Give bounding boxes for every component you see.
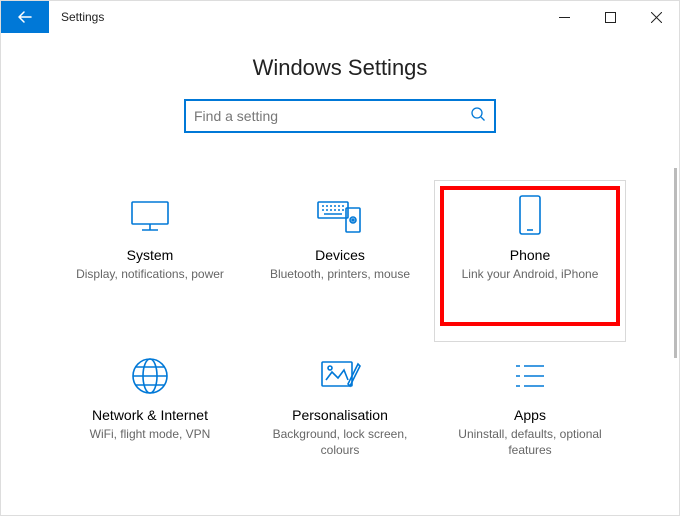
scrollbar[interactable] xyxy=(674,168,677,358)
close-icon xyxy=(651,12,662,23)
tile-system[interactable]: System Display, notifications, power xyxy=(55,181,245,341)
tile-devices[interactable]: Devices Bluetooth, printers, mouse xyxy=(245,181,435,341)
content-area: Windows Settings System Display, notific… xyxy=(1,33,679,515)
apps-icon xyxy=(445,353,615,399)
tile-title: Phone xyxy=(445,247,615,263)
close-button[interactable] xyxy=(633,1,679,33)
tile-title: System xyxy=(65,247,235,263)
back-button[interactable] xyxy=(1,1,49,33)
system-icon xyxy=(65,193,235,239)
tile-desc: Display, notifications, power xyxy=(65,266,235,282)
tile-desc: Bluetooth, printers, mouse xyxy=(255,266,425,282)
devices-icon xyxy=(255,193,425,239)
back-arrow-icon xyxy=(16,8,34,26)
titlebar: Settings xyxy=(1,1,679,33)
tile-apps[interactable]: Apps Uninstall, defaults, optional featu… xyxy=(435,341,625,501)
tile-desc: Uninstall, defaults, optional features xyxy=(445,426,615,458)
tile-title: Personalisation xyxy=(255,407,425,423)
search-container xyxy=(1,99,679,133)
page-heading: Windows Settings xyxy=(1,55,679,81)
window-title: Settings xyxy=(49,1,104,33)
phone-icon xyxy=(445,193,615,239)
minimize-icon xyxy=(559,12,570,23)
tile-network[interactable]: Network & Internet WiFi, flight mode, VP… xyxy=(55,341,245,501)
window-controls xyxy=(541,1,679,33)
maximize-icon xyxy=(605,12,616,23)
tile-title: Network & Internet xyxy=(65,407,235,423)
tile-phone[interactable]: Phone Link your Android, iPhone xyxy=(435,181,625,341)
search-input[interactable] xyxy=(194,108,470,124)
search-box[interactable] xyxy=(184,99,496,133)
tile-desc: Link your Android, iPhone xyxy=(445,266,615,282)
tile-desc: WiFi, flight mode, VPN xyxy=(65,426,235,442)
search-icon xyxy=(470,106,486,127)
maximize-button[interactable] xyxy=(587,1,633,33)
tile-desc: Background, lock screen, colours xyxy=(255,426,425,458)
tile-personalisation[interactable]: Personalisation Background, lock screen,… xyxy=(245,341,435,501)
tile-title: Devices xyxy=(255,247,425,263)
minimize-button[interactable] xyxy=(541,1,587,33)
tile-title: Apps xyxy=(445,407,615,423)
settings-grid: System Display, notifications, power Dev… xyxy=(1,181,679,501)
personalisation-icon xyxy=(255,353,425,399)
network-icon xyxy=(65,353,235,399)
